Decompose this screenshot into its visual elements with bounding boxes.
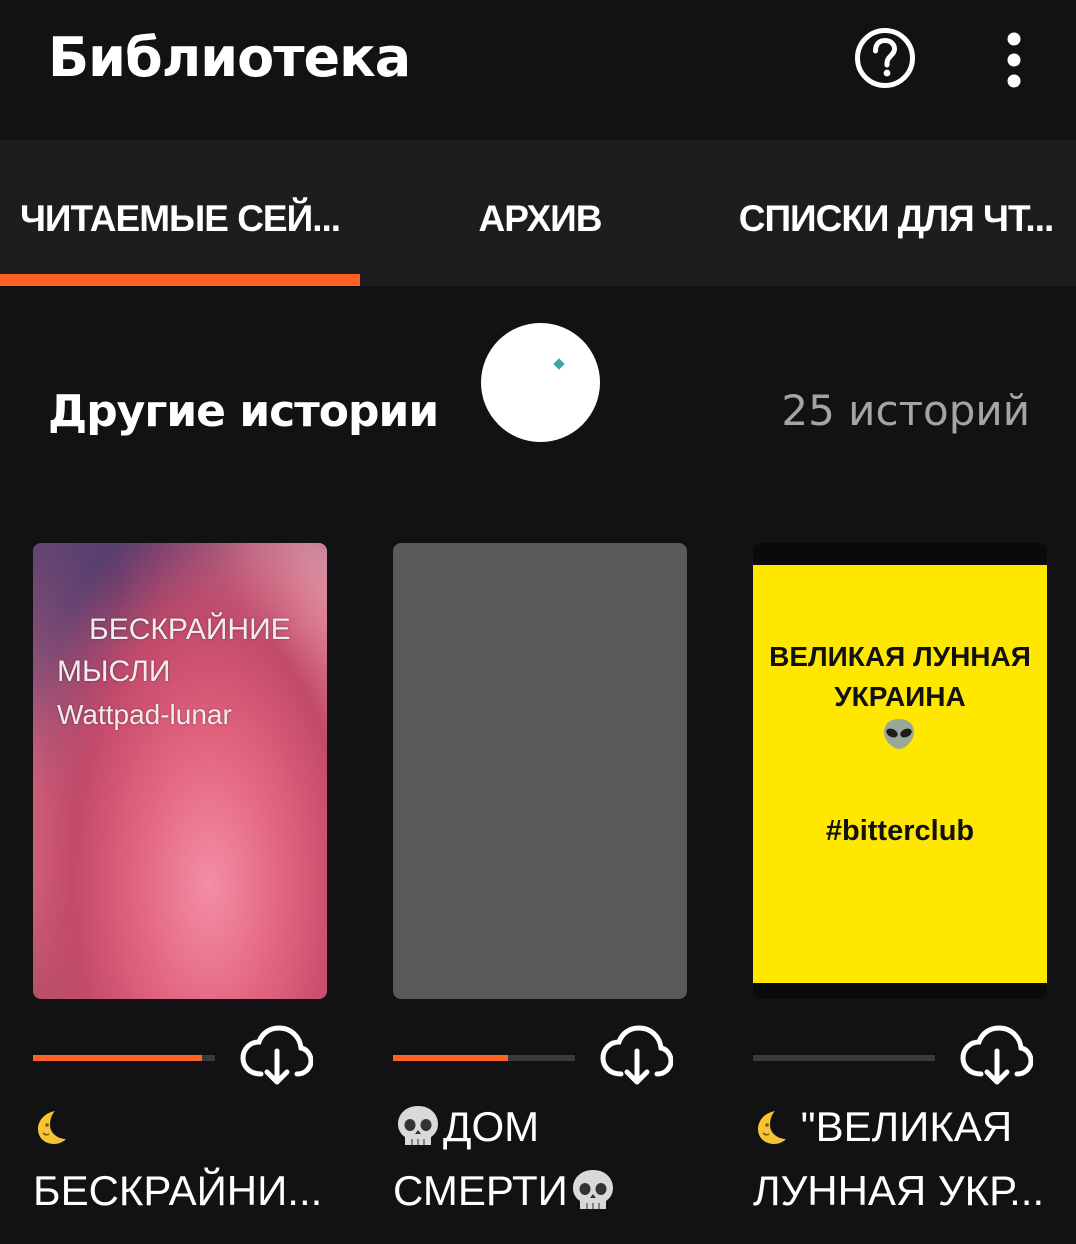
story-card[interactable]: ВЕЛИКАЯ ЛУННАЯ УКРАИНА #bitterclub "ВЕЛИ… (753, 543, 1047, 1214)
loading-spinner (481, 323, 600, 442)
story-title: БЕСКРАЙНИ... (33, 1095, 333, 1223)
spinner-dot (553, 358, 565, 370)
tab-bar: ЧИТАЕМЫЕ СЕЙ... АРХИВ СПИСКИ ДЛЯ ЧТ... (0, 140, 1076, 286)
progress-fill (393, 1055, 508, 1061)
crescent-moon-icon (758, 1111, 786, 1144)
story-cover[interactable] (393, 543, 687, 999)
story-card[interactable]: ДОМ СМЕРТИ (393, 543, 687, 1214)
section-title: Другие истории (48, 386, 439, 437)
story-cover[interactable]: ВЕЛИКАЯ ЛУННАЯ УКРАИНА #bitterclub (753, 543, 1047, 999)
reading-progress (753, 1055, 935, 1061)
download-cloud-icon[interactable] (959, 1024, 1033, 1088)
cover-text: МЫСЛИ (57, 655, 171, 688)
reading-progress (33, 1055, 215, 1061)
skull-icon (572, 1170, 613, 1209)
story-count: 25 историй (781, 386, 1030, 435)
help-icon[interactable] (854, 27, 916, 89)
download-cloud-icon[interactable] (599, 1024, 673, 1088)
tab-reading-lists[interactable]: СПИСКИ ДЛЯ ЧТ... (716, 140, 1076, 286)
page-title: Библиотека (48, 26, 411, 89)
tab-currently-reading[interactable]: ЧИТАЕМЫЕ СЕЙ... (0, 140, 360, 286)
more-vertical-icon[interactable] (994, 30, 1034, 90)
cover-tag: #bitterclub (825, 815, 975, 847)
story-card[interactable]: БЕСКРАЙНИЕ МЫСЛИ Wattpad-lunar БЕСКРАЙНИ… (33, 543, 327, 1214)
tab-archive[interactable]: АРХИВ (360, 140, 720, 286)
story-title: "ВЕЛИКАЯ ЛУННАЯ УКР... (753, 1103, 1045, 1214)
progress-fill (33, 1055, 203, 1061)
crescent-moon-icon (38, 1111, 66, 1144)
cover-text: БЕСКРАЙНИЕ (89, 613, 291, 646)
story-cover[interactable]: БЕСКРАЙНИЕ МЫСЛИ Wattpad-lunar (33, 543, 327, 999)
app-bar: Библиотека (0, 0, 1076, 140)
cover-title: ВЕЛИКАЯ ЛУННАЯ УКРАИНА (769, 641, 1031, 712)
download-cloud-icon[interactable] (239, 1024, 313, 1088)
skull-icon (398, 1106, 438, 1145)
cover-text: Wattpad-lunar (57, 699, 232, 730)
story-title: ДОМ СМЕРТИ (393, 1095, 693, 1223)
active-tab-indicator (0, 274, 360, 286)
alien-icon (884, 719, 914, 749)
reading-progress (393, 1055, 575, 1061)
